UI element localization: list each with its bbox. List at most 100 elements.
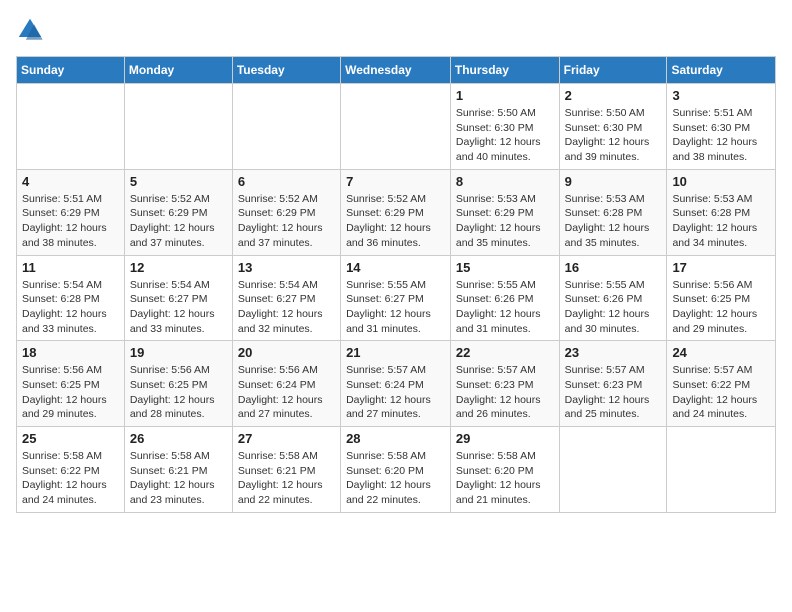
day-number: 5 xyxy=(130,174,227,189)
day-info: Sunrise: 5:56 AM Sunset: 6:24 PM Dayligh… xyxy=(238,363,335,422)
day-number: 24 xyxy=(672,345,770,360)
day-number: 16 xyxy=(565,260,662,275)
calendar-week-2: 4 Sunrise: 5:51 AM Sunset: 6:29 PM Daylig… xyxy=(17,169,776,255)
col-header-saturday: Saturday xyxy=(667,57,776,84)
calendar-cell: 7 Sunrise: 5:52 AM Sunset: 6:29 PM Daylig… xyxy=(341,169,451,255)
day-info: Sunrise: 5:51 AM Sunset: 6:30 PM Dayligh… xyxy=(672,106,770,165)
day-number: 17 xyxy=(672,260,770,275)
calendar-week-5: 25 Sunrise: 5:58 AM Sunset: 6:22 PM Dayli… xyxy=(17,427,776,513)
day-info: Sunrise: 5:56 AM Sunset: 6:25 PM Dayligh… xyxy=(22,363,119,422)
calendar-cell: 10 Sunrise: 5:53 AM Sunset: 6:28 PM Dayli… xyxy=(667,169,776,255)
day-number: 14 xyxy=(346,260,445,275)
calendar-week-3: 11 Sunrise: 5:54 AM Sunset: 6:28 PM Dayli… xyxy=(17,255,776,341)
calendar-week-1: 1 Sunrise: 5:50 AM Sunset: 6:30 PM Daylig… xyxy=(17,84,776,170)
col-header-tuesday: Tuesday xyxy=(232,57,340,84)
calendar-cell: 25 Sunrise: 5:58 AM Sunset: 6:22 PM Dayli… xyxy=(17,427,125,513)
day-info: Sunrise: 5:55 AM Sunset: 6:27 PM Dayligh… xyxy=(346,278,445,337)
day-info: Sunrise: 5:58 AM Sunset: 6:21 PM Dayligh… xyxy=(130,449,227,508)
day-info: Sunrise: 5:54 AM Sunset: 6:27 PM Dayligh… xyxy=(130,278,227,337)
calendar-cell: 14 Sunrise: 5:55 AM Sunset: 6:27 PM Dayli… xyxy=(341,255,451,341)
day-number: 4 xyxy=(22,174,119,189)
day-info: Sunrise: 5:52 AM Sunset: 6:29 PM Dayligh… xyxy=(130,192,227,251)
calendar-cell: 6 Sunrise: 5:52 AM Sunset: 6:29 PM Daylig… xyxy=(232,169,340,255)
day-info: Sunrise: 5:56 AM Sunset: 6:25 PM Dayligh… xyxy=(672,278,770,337)
day-number: 10 xyxy=(672,174,770,189)
day-info: Sunrise: 5:58 AM Sunset: 6:20 PM Dayligh… xyxy=(456,449,554,508)
calendar-cell: 22Sunrise: 5:57 AM Sunset: 6:23 PM Dayli… xyxy=(450,341,559,427)
day-info: Sunrise: 5:50 AM Sunset: 6:30 PM Dayligh… xyxy=(456,106,554,165)
day-number: 6 xyxy=(238,174,335,189)
day-info: Sunrise: 5:55 AM Sunset: 6:26 PM Dayligh… xyxy=(456,278,554,337)
day-number: 25 xyxy=(22,431,119,446)
col-header-wednesday: Wednesday xyxy=(341,57,451,84)
day-info: Sunrise: 5:57 AM Sunset: 6:23 PM Dayligh… xyxy=(565,363,662,422)
calendar-cell: 17 Sunrise: 5:56 AM Sunset: 6:25 PM Dayli… xyxy=(667,255,776,341)
calendar-week-4: 18 Sunrise: 5:56 AM Sunset: 6:25 PM Dayli… xyxy=(17,341,776,427)
calendar-cell xyxy=(17,84,125,170)
col-header-thursday: Thursday xyxy=(450,57,559,84)
calendar-cell: 4 Sunrise: 5:51 AM Sunset: 6:29 PM Daylig… xyxy=(17,169,125,255)
day-number: 8 xyxy=(456,174,554,189)
calendar-cell: 20Sunrise: 5:56 AM Sunset: 6:24 PM Dayli… xyxy=(232,341,340,427)
page-header xyxy=(16,16,776,44)
day-info: Sunrise: 5:53 AM Sunset: 6:28 PM Dayligh… xyxy=(565,192,662,251)
day-info: Sunrise: 5:58 AM Sunset: 6:22 PM Dayligh… xyxy=(22,449,119,508)
day-info: Sunrise: 5:57 AM Sunset: 6:24 PM Dayligh… xyxy=(346,363,445,422)
day-info: Sunrise: 5:54 AM Sunset: 6:27 PM Dayligh… xyxy=(238,278,335,337)
calendar-cell: 12 Sunrise: 5:54 AM Sunset: 6:27 PM Dayli… xyxy=(124,255,232,341)
day-number: 26 xyxy=(130,431,227,446)
day-number: 15 xyxy=(456,260,554,275)
day-number: 22 xyxy=(456,345,554,360)
calendar-cell: 24Sunrise: 5:57 AM Sunset: 6:22 PM Dayli… xyxy=(667,341,776,427)
calendar-cell: 16Sunrise: 5:55 AM Sunset: 6:26 PM Dayli… xyxy=(559,255,667,341)
day-number: 1 xyxy=(456,88,554,103)
col-header-monday: Monday xyxy=(124,57,232,84)
calendar-cell: 23 Sunrise: 5:57 AM Sunset: 6:23 PM Dayli… xyxy=(559,341,667,427)
calendar-cell: 5 Sunrise: 5:52 AM Sunset: 6:29 PM Daylig… xyxy=(124,169,232,255)
calendar-header-row: SundayMondayTuesdayWednesdayThursdayFrid… xyxy=(17,57,776,84)
calendar-cell: 13 Sunrise: 5:54 AM Sunset: 6:27 PM Dayli… xyxy=(232,255,340,341)
day-number: 27 xyxy=(238,431,335,446)
day-info: Sunrise: 5:54 AM Sunset: 6:28 PM Dayligh… xyxy=(22,278,119,337)
day-number: 21 xyxy=(346,345,445,360)
day-info: Sunrise: 5:53 AM Sunset: 6:28 PM Dayligh… xyxy=(672,192,770,251)
day-info: Sunrise: 5:50 AM Sunset: 6:30 PM Dayligh… xyxy=(565,106,662,165)
calendar-cell xyxy=(232,84,340,170)
day-info: Sunrise: 5:52 AM Sunset: 6:29 PM Dayligh… xyxy=(346,192,445,251)
day-info: Sunrise: 5:58 AM Sunset: 6:20 PM Dayligh… xyxy=(346,449,445,508)
day-info: Sunrise: 5:56 AM Sunset: 6:25 PM Dayligh… xyxy=(130,363,227,422)
day-info: Sunrise: 5:52 AM Sunset: 6:29 PM Dayligh… xyxy=(238,192,335,251)
day-number: 23 xyxy=(565,345,662,360)
calendar-cell xyxy=(124,84,232,170)
logo-icon xyxy=(16,16,44,44)
day-number: 3 xyxy=(672,88,770,103)
day-number: 7 xyxy=(346,174,445,189)
calendar-table: SundayMondayTuesdayWednesdayThursdayFrid… xyxy=(16,56,776,513)
calendar-cell xyxy=(667,427,776,513)
calendar-cell: 9 Sunrise: 5:53 AM Sunset: 6:28 PM Daylig… xyxy=(559,169,667,255)
calendar-cell: 29 Sunrise: 5:58 AM Sunset: 6:20 PM Dayli… xyxy=(450,427,559,513)
calendar-cell: 3 Sunrise: 5:51 AM Sunset: 6:30 PM Daylig… xyxy=(667,84,776,170)
day-number: 2 xyxy=(565,88,662,103)
calendar-cell: 28 Sunrise: 5:58 AM Sunset: 6:20 PM Dayli… xyxy=(341,427,451,513)
calendar-cell: 15 Sunrise: 5:55 AM Sunset: 6:26 PM Dayli… xyxy=(450,255,559,341)
day-number: 12 xyxy=(130,260,227,275)
day-info: Sunrise: 5:51 AM Sunset: 6:29 PM Dayligh… xyxy=(22,192,119,251)
calendar-cell: 2 Sunrise: 5:50 AM Sunset: 6:30 PM Daylig… xyxy=(559,84,667,170)
calendar-cell: 26 Sunrise: 5:58 AM Sunset: 6:21 PM Dayli… xyxy=(124,427,232,513)
col-header-sunday: Sunday xyxy=(17,57,125,84)
calendar-cell: 1 Sunrise: 5:50 AM Sunset: 6:30 PM Daylig… xyxy=(450,84,559,170)
col-header-friday: Friday xyxy=(559,57,667,84)
calendar-cell xyxy=(341,84,451,170)
calendar-cell: 8Sunrise: 5:53 AM Sunset: 6:29 PM Daylig… xyxy=(450,169,559,255)
day-number: 29 xyxy=(456,431,554,446)
day-info: Sunrise: 5:58 AM Sunset: 6:21 PM Dayligh… xyxy=(238,449,335,508)
calendar-cell: 11 Sunrise: 5:54 AM Sunset: 6:28 PM Dayli… xyxy=(17,255,125,341)
calendar-cell: 19Sunrise: 5:56 AM Sunset: 6:25 PM Dayli… xyxy=(124,341,232,427)
day-number: 13 xyxy=(238,260,335,275)
day-number: 18 xyxy=(22,345,119,360)
day-number: 11 xyxy=(22,260,119,275)
day-number: 9 xyxy=(565,174,662,189)
calendar-cell xyxy=(559,427,667,513)
day-number: 28 xyxy=(346,431,445,446)
